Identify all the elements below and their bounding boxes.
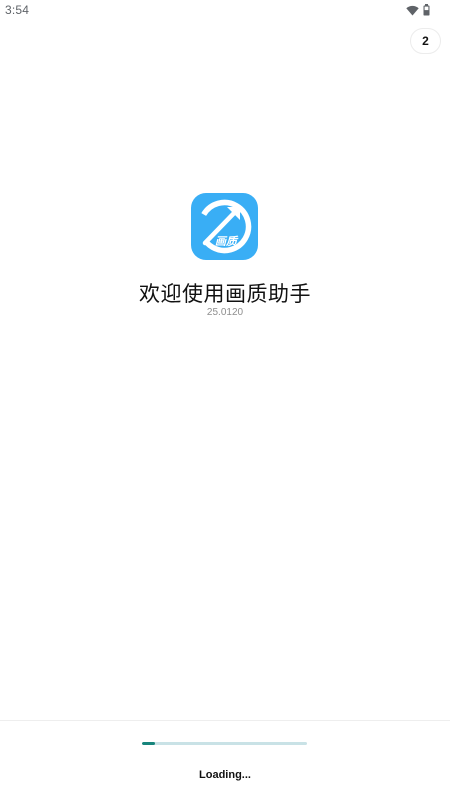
footer-divider xyxy=(0,720,450,721)
loading-progress-fill xyxy=(142,742,156,745)
battery-icon xyxy=(423,4,430,16)
skip-countdown-button[interactable]: 2 xyxy=(410,28,441,54)
loading-progress-bar xyxy=(142,742,307,745)
countdown-number: 2 xyxy=(422,34,429,48)
status-bar: 3:54 xyxy=(0,0,450,20)
loading-label: Loading... xyxy=(199,769,251,781)
status-time: 3:54 xyxy=(5,3,30,17)
welcome-title: 欢迎使用画质助手 xyxy=(139,282,311,306)
logo-text: 画质 xyxy=(215,235,239,248)
app-logo-icon: 画质 xyxy=(191,193,258,260)
version-number: 25.0120 xyxy=(206,307,244,318)
wifi-icon xyxy=(406,5,419,15)
status-icons xyxy=(406,3,430,17)
